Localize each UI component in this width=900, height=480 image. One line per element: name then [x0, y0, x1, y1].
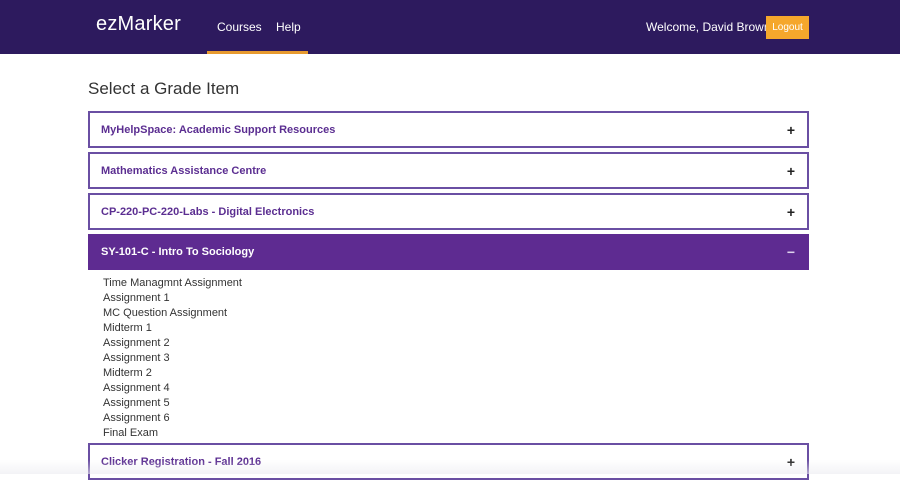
grade-item[interactable]: Final Exam [103, 426, 242, 441]
grade-item[interactable]: MC Question Assignment [103, 306, 242, 321]
grade-item[interactable]: Assignment 6 [103, 411, 242, 426]
brand-logo[interactable]: ezMarker [96, 13, 181, 36]
panel-cp-220-labs[interactable]: CP-220-PC-220-Labs - Digital Electronics… [88, 193, 809, 230]
collapse-minus-icon[interactable]: − [787, 244, 795, 260]
panel-sy-101-sociology[interactable]: SY-101-C - Intro To Sociology − [88, 234, 809, 270]
grade-item[interactable]: Assignment 2 [103, 336, 242, 351]
nav-help[interactable]: Help [276, 20, 301, 34]
page-title: Select a Grade Item [88, 79, 240, 98]
panel-mathematics-assistance[interactable]: Mathematics Assistance Centre + [88, 152, 809, 189]
grade-item[interactable]: Midterm 2 [103, 366, 242, 381]
grade-item[interactable]: Assignment 1 [103, 291, 242, 306]
grade-item-list: Time Managmnt Assignment Assignment 1 MC… [103, 276, 242, 441]
grade-item[interactable]: Assignment 4 [103, 381, 242, 396]
grade-item[interactable]: Midterm 1 [103, 321, 242, 336]
panel-label: SY-101-C - Intro To Sociology [101, 246, 255, 258]
grade-item[interactable]: Assignment 3 [103, 351, 242, 366]
panel-label: Clicker Registration - Fall 2016 [101, 455, 262, 468]
nav-courses[interactable]: Courses [217, 20, 262, 34]
grade-item[interactable]: Time Managmnt Assignment [103, 276, 242, 291]
panel-label: CP-220-PC-220-Labs - Digital Electronics [101, 205, 315, 218]
active-nav-indicator [207, 51, 308, 54]
panel-label: MyHelpSpace: Academic Support Resources [101, 123, 336, 136]
welcome-message: Welcome, David Brown [646, 20, 771, 34]
panel-label: Mathematics Assistance Centre [101, 164, 267, 177]
expand-plus-icon[interactable]: + [787, 163, 795, 179]
expand-plus-icon[interactable]: + [787, 204, 795, 220]
expand-plus-icon[interactable]: + [787, 454, 795, 470]
panel-myhelpspace[interactable]: MyHelpSpace: Academic Support Resources … [88, 111, 809, 148]
grade-item[interactable]: Assignment 5 [103, 396, 242, 411]
logout-button[interactable]: Logout [766, 16, 809, 39]
panel-clicker-registration[interactable]: Clicker Registration - Fall 2016 + [88, 443, 809, 480]
top-navbar: ezMarker Courses Help Welcome, David Bro… [0, 0, 900, 54]
expand-plus-icon[interactable]: + [787, 122, 795, 138]
